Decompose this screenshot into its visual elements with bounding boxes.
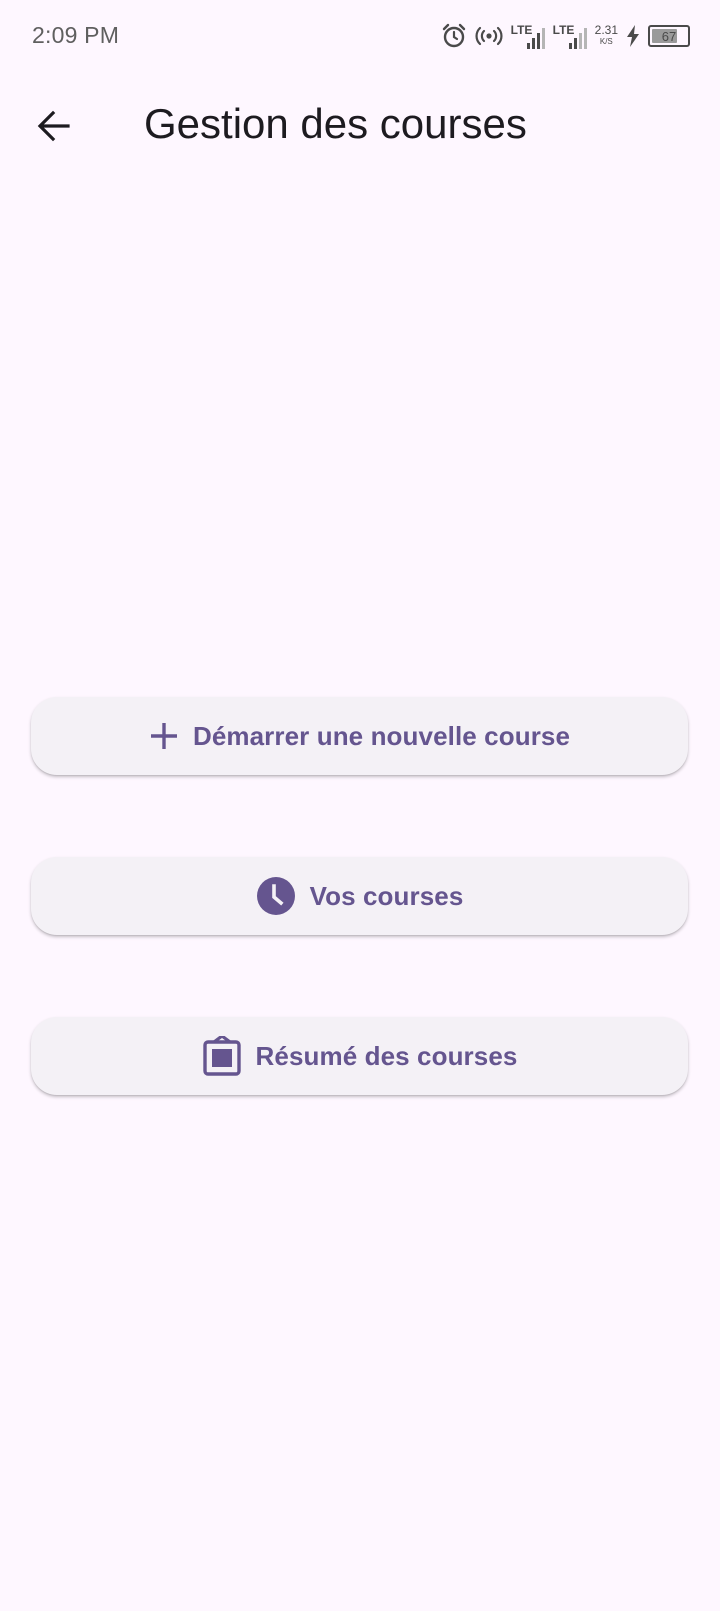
- alarm-icon: [441, 23, 467, 49]
- page-title: Gestion des courses: [144, 100, 527, 147]
- speed-value: 2.31: [594, 23, 618, 37]
- start-new-course-button[interactable]: Démarrer une nouvelle course: [31, 697, 688, 775]
- status-bar: 2:09 PM LTE LTE 2.31 K/S 67: [0, 0, 720, 72]
- hotspot-icon: [475, 25, 503, 47]
- status-icons: LTE LTE 2.31 K/S 67: [441, 20, 690, 52]
- clipboard-icon: [202, 1036, 242, 1076]
- arrow-left-icon: [36, 108, 72, 149]
- network-1-label: LTE: [510, 23, 533, 37]
- clock-icon: [256, 876, 296, 916]
- network-speed: 2.31 K/S: [594, 23, 618, 47]
- back-button[interactable]: [26, 100, 82, 156]
- courses-summary-button[interactable]: Résumé des courses: [31, 1017, 688, 1095]
- charging-icon: [626, 25, 640, 47]
- status-time: 2:09 PM: [32, 22, 120, 48]
- your-courses-label: Vos courses: [309, 880, 464, 911]
- app-bar: Gestion des courses: [0, 80, 720, 170]
- network-2-label: LTE: [552, 23, 575, 37]
- signal-1-icon: LTE: [511, 23, 545, 49]
- battery-level: 67: [661, 28, 677, 44]
- speed-unit: K/S: [599, 37, 613, 46]
- signal-2-icon: LTE: [553, 23, 587, 49]
- courses-summary-label: Résumé des courses: [255, 1040, 518, 1071]
- your-courses-button[interactable]: Vos courses: [31, 857, 688, 935]
- start-new-course-label: Démarrer une nouvelle course: [192, 720, 571, 751]
- battery-icon: 67: [648, 25, 690, 47]
- plus-icon: [149, 721, 179, 751]
